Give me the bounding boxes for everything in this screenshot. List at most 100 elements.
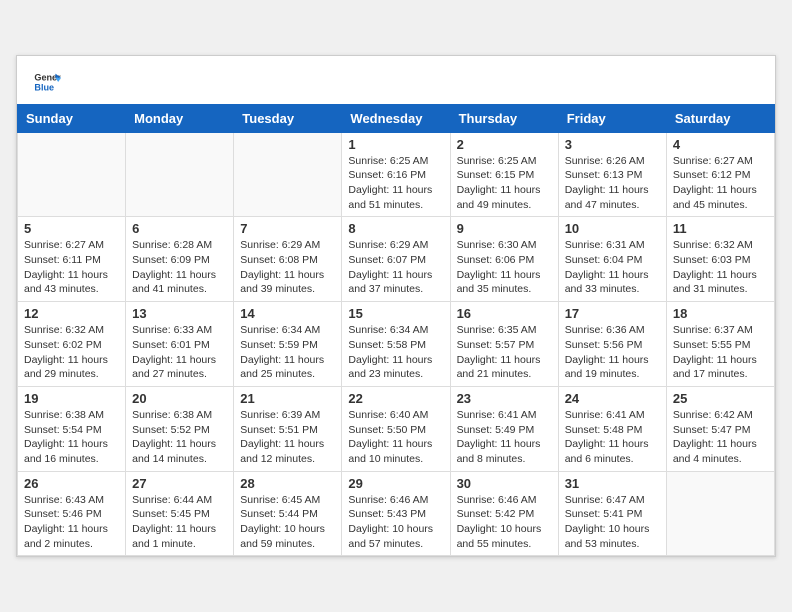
- calendar-cell: 12 Sunrise: 6:32 AM Sunset: 6:02 PM Dayli…: [18, 302, 126, 387]
- day-info: Sunrise: 6:25 AM Sunset: 6:15 PM Dayligh…: [457, 154, 552, 213]
- weekday-header-sunday: Sunday: [18, 104, 126, 132]
- day-number: 14: [240, 306, 335, 321]
- calendar-cell: 29 Sunrise: 6:46 AM Sunset: 5:43 PM Dayli…: [342, 471, 450, 556]
- day-info: Sunrise: 6:36 AM Sunset: 5:56 PM Dayligh…: [565, 323, 660, 382]
- calendar-cell: 28 Sunrise: 6:45 AM Sunset: 5:44 PM Dayli…: [234, 471, 342, 556]
- day-number: 1: [348, 137, 443, 152]
- day-info: Sunrise: 6:41 AM Sunset: 5:48 PM Dayligh…: [565, 408, 660, 467]
- calendar-container: General Blue SundayMondayTuesdayWednesda…: [16, 55, 776, 558]
- day-number: 5: [24, 221, 119, 236]
- calendar-cell: 1Sunrise: 6:25 AM Sunset: 6:16 PM Daylig…: [342, 132, 450, 217]
- calendar-table: SundayMondayTuesdayWednesdayThursdayFrid…: [17, 104, 775, 557]
- day-number: 28: [240, 476, 335, 491]
- weekday-header-tuesday: Tuesday: [234, 104, 342, 132]
- day-number: 22: [348, 391, 443, 406]
- calendar-week-row: 26 Sunrise: 6:43 AM Sunset: 5:46 PM Dayli…: [18, 471, 775, 556]
- day-number: 2: [457, 137, 552, 152]
- calendar-cell: 27Sunrise: 6:44 AM Sunset: 5:45 PM Dayli…: [126, 471, 234, 556]
- day-info: Sunrise: 6:26 AM Sunset: 6:13 PM Dayligh…: [565, 154, 660, 213]
- day-number: 8: [348, 221, 443, 236]
- calendar-week-row: 1Sunrise: 6:25 AM Sunset: 6:16 PM Daylig…: [18, 132, 775, 217]
- calendar-cell: 30 Sunrise: 6:46 AM Sunset: 5:42 PM Dayli…: [450, 471, 558, 556]
- day-number: 10: [565, 221, 660, 236]
- weekday-header-friday: Friday: [558, 104, 666, 132]
- calendar-cell: 20 Sunrise: 6:38 AM Sunset: 5:52 PM Dayli…: [126, 386, 234, 471]
- day-info: Sunrise: 6:31 AM Sunset: 6:04 PM Dayligh…: [565, 238, 660, 297]
- day-info: Sunrise: 6:33 AM Sunset: 6:01 PM Dayligh…: [132, 323, 227, 382]
- day-number: 7: [240, 221, 335, 236]
- calendar-cell: [18, 132, 126, 217]
- day-number: 19: [24, 391, 119, 406]
- day-number: 29: [348, 476, 443, 491]
- calendar-cell: 14 Sunrise: 6:34 AM Sunset: 5:59 PM Dayli…: [234, 302, 342, 387]
- day-info: Sunrise: 6:28 AM Sunset: 6:09 PM Dayligh…: [132, 238, 227, 297]
- day-number: 23: [457, 391, 552, 406]
- calendar-cell: 25Sunrise: 6:42 AM Sunset: 5:47 PM Dayli…: [666, 386, 774, 471]
- day-number: 21: [240, 391, 335, 406]
- day-info: Sunrise: 6:34 AM Sunset: 5:59 PM Dayligh…: [240, 323, 335, 382]
- day-info: Sunrise: 6:35 AM Sunset: 5:57 PM Dayligh…: [457, 323, 552, 382]
- day-info: Sunrise: 6:45 AM Sunset: 5:44 PM Dayligh…: [240, 493, 335, 552]
- calendar-cell: [234, 132, 342, 217]
- calendar-cell: 8 Sunrise: 6:29 AM Sunset: 6:07 PM Daylig…: [342, 217, 450, 302]
- calendar-cell: 6 Sunrise: 6:28 AM Sunset: 6:09 PM Daylig…: [126, 217, 234, 302]
- logo-icon: General Blue: [33, 68, 61, 96]
- day-number: 20: [132, 391, 227, 406]
- calendar-cell: 2 Sunrise: 6:25 AM Sunset: 6:15 PM Daylig…: [450, 132, 558, 217]
- calendar-cell: [666, 471, 774, 556]
- day-number: 24: [565, 391, 660, 406]
- calendar-cell: 11Sunrise: 6:32 AM Sunset: 6:03 PM Dayli…: [666, 217, 774, 302]
- day-info: Sunrise: 6:43 AM Sunset: 5:46 PM Dayligh…: [24, 493, 119, 552]
- calendar-cell: 16Sunrise: 6:35 AM Sunset: 5:57 PM Dayli…: [450, 302, 558, 387]
- calendar-cell: 22 Sunrise: 6:40 AM Sunset: 5:50 PM Dayli…: [342, 386, 450, 471]
- day-number: 3: [565, 137, 660, 152]
- calendar-cell: 3 Sunrise: 6:26 AM Sunset: 6:13 PM Daylig…: [558, 132, 666, 217]
- weekday-header-row: SundayMondayTuesdayWednesdayThursdayFrid…: [18, 104, 775, 132]
- day-number: 26: [24, 476, 119, 491]
- day-info: Sunrise: 6:39 AM Sunset: 5:51 PM Dayligh…: [240, 408, 335, 467]
- calendar-week-row: 19 Sunrise: 6:38 AM Sunset: 5:54 PM Dayli…: [18, 386, 775, 471]
- calendar-cell: 21 Sunrise: 6:39 AM Sunset: 5:51 PM Dayli…: [234, 386, 342, 471]
- calendar-header: General Blue: [17, 56, 775, 104]
- day-info: Sunrise: 6:41 AM Sunset: 5:49 PM Dayligh…: [457, 408, 552, 467]
- day-info: Sunrise: 6:38 AM Sunset: 5:54 PM Dayligh…: [24, 408, 119, 467]
- day-number: 4: [673, 137, 768, 152]
- calendar-cell: 24 Sunrise: 6:41 AM Sunset: 5:48 PM Dayli…: [558, 386, 666, 471]
- weekday-header-thursday: Thursday: [450, 104, 558, 132]
- svg-text:Blue: Blue: [34, 82, 54, 92]
- day-number: 6: [132, 221, 227, 236]
- day-info: Sunrise: 6:34 AM Sunset: 5:58 PM Dayligh…: [348, 323, 443, 382]
- calendar-cell: 15Sunrise: 6:34 AM Sunset: 5:58 PM Dayli…: [342, 302, 450, 387]
- day-number: 25: [673, 391, 768, 406]
- calendar-cell: 5 Sunrise: 6:27 AM Sunset: 6:11 PM Daylig…: [18, 217, 126, 302]
- day-info: Sunrise: 6:27 AM Sunset: 6:12 PM Dayligh…: [673, 154, 768, 213]
- calendar-cell: 18Sunrise: 6:37 AM Sunset: 5:55 PM Dayli…: [666, 302, 774, 387]
- logo: General Blue: [33, 68, 65, 96]
- day-number: 27: [132, 476, 227, 491]
- calendar-cell: 4 Sunrise: 6:27 AM Sunset: 6:12 PM Daylig…: [666, 132, 774, 217]
- calendar-week-row: 5 Sunrise: 6:27 AM Sunset: 6:11 PM Daylig…: [18, 217, 775, 302]
- calendar-cell: [126, 132, 234, 217]
- day-info: Sunrise: 6:29 AM Sunset: 6:08 PM Dayligh…: [240, 238, 335, 297]
- calendar-cell: 23 Sunrise: 6:41 AM Sunset: 5:49 PM Dayli…: [450, 386, 558, 471]
- calendar-cell: 26 Sunrise: 6:43 AM Sunset: 5:46 PM Dayli…: [18, 471, 126, 556]
- calendar-cell: 17Sunrise: 6:36 AM Sunset: 5:56 PM Dayli…: [558, 302, 666, 387]
- day-info: Sunrise: 6:27 AM Sunset: 6:11 PM Dayligh…: [24, 238, 119, 297]
- day-info: Sunrise: 6:38 AM Sunset: 5:52 PM Dayligh…: [132, 408, 227, 467]
- day-number: 12: [24, 306, 119, 321]
- day-info: Sunrise: 6:46 AM Sunset: 5:42 PM Dayligh…: [457, 493, 552, 552]
- calendar-cell: 7 Sunrise: 6:29 AM Sunset: 6:08 PM Daylig…: [234, 217, 342, 302]
- weekday-header-saturday: Saturday: [666, 104, 774, 132]
- calendar-cell: 13 Sunrise: 6:33 AM Sunset: 6:01 PM Dayli…: [126, 302, 234, 387]
- day-info: Sunrise: 6:32 AM Sunset: 6:02 PM Dayligh…: [24, 323, 119, 382]
- day-info: Sunrise: 6:29 AM Sunset: 6:07 PM Dayligh…: [348, 238, 443, 297]
- day-number: 11: [673, 221, 768, 236]
- day-number: 30: [457, 476, 552, 491]
- calendar-cell: 31Sunrise: 6:47 AM Sunset: 5:41 PM Dayli…: [558, 471, 666, 556]
- day-number: 13: [132, 306, 227, 321]
- day-info: Sunrise: 6:40 AM Sunset: 5:50 PM Dayligh…: [348, 408, 443, 467]
- day-info: Sunrise: 6:46 AM Sunset: 5:43 PM Dayligh…: [348, 493, 443, 552]
- calendar-cell: 9Sunrise: 6:30 AM Sunset: 6:06 PM Daylig…: [450, 217, 558, 302]
- day-number: 18: [673, 306, 768, 321]
- day-info: Sunrise: 6:47 AM Sunset: 5:41 PM Dayligh…: [565, 493, 660, 552]
